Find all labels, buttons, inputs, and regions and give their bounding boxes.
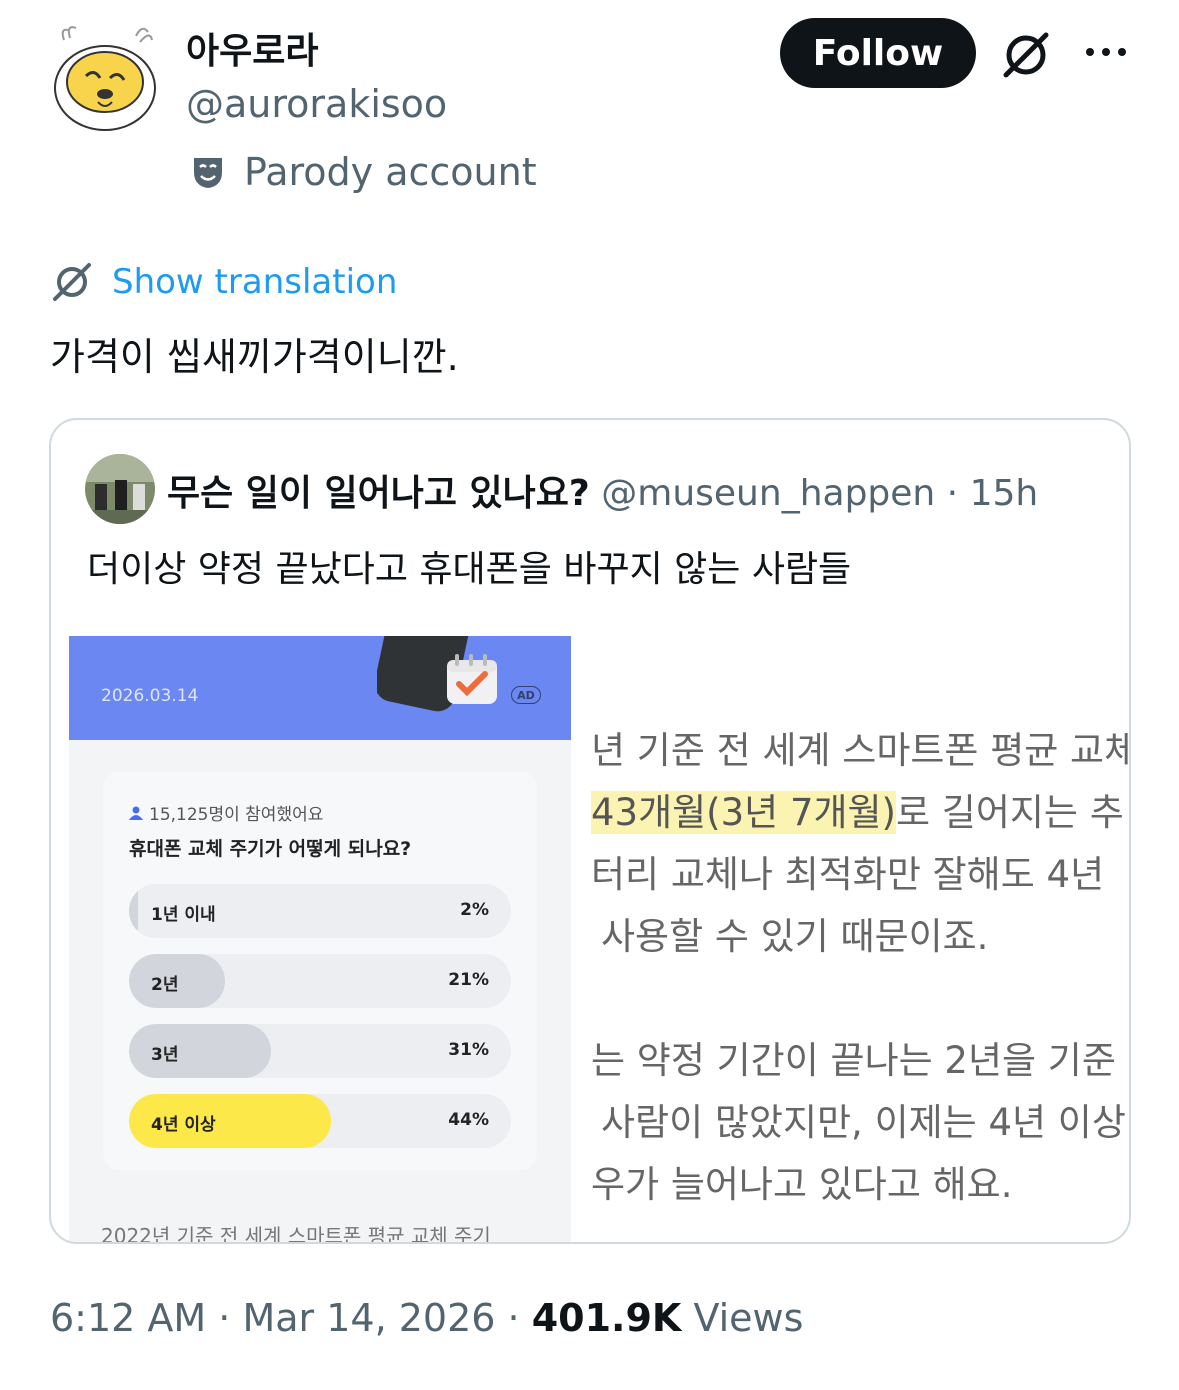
- poll-question: 휴대폰 교체 주기가 어떻게 되나요?: [129, 838, 412, 860]
- article-line: 사용할 수 있기 때문이죠.: [601, 915, 989, 958]
- poll-option-percent: 21%: [448, 970, 489, 990]
- show-translation-label[interactable]: Show translation: [112, 262, 397, 302]
- tweet-time[interactable]: 6:12 AM: [50, 1296, 206, 1340]
- article-line-rest: 로 길어지는 추: [896, 791, 1124, 834]
- follow-button[interactable]: Follow: [780, 18, 976, 88]
- poll-participants-text: 15,125명이 참여했어요: [149, 805, 324, 825]
- grok-icon[interactable]: [998, 27, 1054, 87]
- quoted-handle[interactable]: @museun_happen: [601, 473, 935, 514]
- grok-translate-icon: [53, 263, 91, 301]
- quoted-media-left[interactable]: 2026.03.14 AD 15,125명이 참여했어요 휴대폰 교체 주기가 …: [69, 636, 571, 1242]
- poll-option-percent: 31%: [448, 1040, 489, 1060]
- poll-card: 15,125명이 참여했어요 휴대폰 교체 주기가 어떻게 되나요? 1년 이내…: [103, 772, 537, 1170]
- article-highlight: 43개월(3년 7개월): [591, 791, 896, 834]
- quoted-avatar[interactable]: [85, 454, 155, 524]
- media-caption: 2022년 기준 전 세계 스마트폰 평균 교체 주기: [101, 1224, 491, 1244]
- tweet-text: 가격이 씹새끼가격이니깐.: [50, 335, 459, 379]
- show-translation-link[interactable]: Show translation: [50, 260, 397, 304]
- ad-banner: 2026.03.14 AD: [69, 636, 571, 740]
- more-options-icon[interactable]: [1084, 44, 1128, 63]
- poll-participants: 15,125명이 참여했어요: [129, 800, 323, 825]
- author-avatar[interactable]: [50, 22, 160, 132]
- views-label: Views: [693, 1296, 804, 1340]
- quoted-text: 더이상 약정 끝났다고 휴대폰을 바꾸지 않는 사람들: [87, 549, 852, 590]
- separator-dot: ·: [495, 1296, 532, 1340]
- quoted-header: 무슨 일이 일어나고 있나요? @museun_happen · 15h: [167, 464, 1038, 516]
- poll-option[interactable]: 1년 이내 2%: [129, 884, 511, 938]
- poll-option-label: 4년 이상: [151, 1115, 216, 1135]
- parody-label: Parody account: [190, 150, 537, 194]
- article-line: 년 기준 전 세계 스마트폰 평균 교체: [591, 729, 1131, 772]
- poll-option-label: 3년: [151, 1045, 179, 1065]
- author-display-name[interactable]: 아우로라: [186, 22, 318, 74]
- poll-option-label: 1년 이내: [151, 905, 216, 925]
- poll-option-label: 2년: [151, 975, 179, 995]
- parody-text: Parody account: [244, 150, 537, 194]
- poll-option-fill: [129, 884, 138, 938]
- author-handle[interactable]: @aurorakisoo: [186, 82, 447, 126]
- phone-calendar-icon: [377, 636, 497, 712]
- views-count: 401.9K: [531, 1296, 682, 1340]
- quoted-time[interactable]: 15h: [970, 473, 1039, 514]
- article-line: 우가 늘어나고 있다고 해요.: [591, 1163, 1013, 1206]
- quoted-avatar-image: [85, 454, 155, 524]
- poll-option[interactable]: 4년 이상 44%: [129, 1094, 511, 1148]
- quoted-display-name[interactable]: 무슨 일이 일어나고 있나요?: [167, 473, 590, 514]
- person-icon: [129, 806, 143, 820]
- poll-option-percent: 2%: [460, 900, 489, 920]
- quoted-media-right[interactable]: 년 기준 전 세계 스마트폰 평균 교체 43개월(3년 7개월)로 길어지는 …: [571, 636, 1131, 1242]
- poll-option[interactable]: 3년 31%: [129, 1024, 511, 1078]
- tweet-footer: 6:12 AM · Mar 14, 2026 · 401.9K Views: [50, 1296, 803, 1340]
- article-line: 사람이 많았지만, 이제는 4년 이상: [601, 1101, 1126, 1144]
- poll-option[interactable]: 2년 21%: [129, 954, 511, 1008]
- separator-dot: ·: [206, 1296, 243, 1340]
- mask-icon: [194, 158, 222, 188]
- ad-badge: AD: [511, 686, 541, 704]
- poll-option-percent: 44%: [448, 1110, 489, 1130]
- article-line: 43개월(3년 7개월)로 길어지는 추: [591, 782, 1124, 836]
- banner-date: 2026.03.14: [101, 686, 199, 706]
- article-line: 는 약정 기간이 끝나는 2년을 기준: [591, 1039, 1116, 1082]
- bear-avatar-icon: [54, 26, 156, 131]
- article-line: 터리 교체나 최적화만 잘해도 4년: [591, 853, 1105, 896]
- separator-dot: ·: [935, 473, 970, 514]
- quoted-tweet[interactable]: 무슨 일이 일어나고 있나요? @museun_happen · 15h 더이상…: [49, 418, 1131, 1244]
- tweet-date[interactable]: Mar 14, 2026: [242, 1296, 495, 1340]
